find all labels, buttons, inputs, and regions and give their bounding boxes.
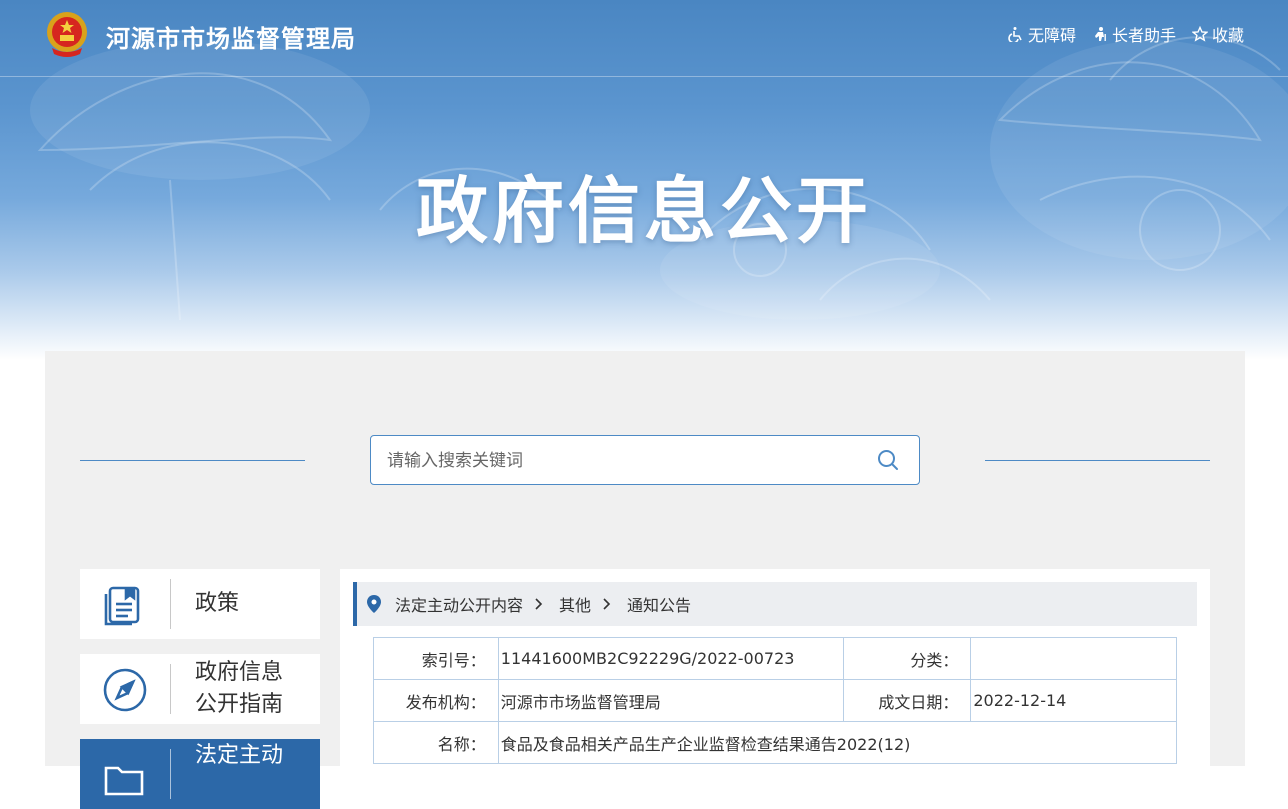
breadcrumb: 法定主动公开内容 其他 通知公告	[353, 582, 1197, 626]
breadcrumb-item-other[interactable]: 其他	[559, 592, 591, 616]
nav-item-disclosure-guide[interactable]: 政府信息 公开指南	[80, 654, 320, 724]
star-icon	[1191, 26, 1208, 42]
chevron-right-icon	[535, 598, 543, 610]
wheelchair-icon	[1008, 27, 1022, 42]
top-bar: 河源市市场监督管理局 无障碍 长者助手 收藏	[0, 0, 1288, 77]
table-row: 名称： 食品及食品相关产品生产企业监督检查结果通告2022(12)	[373, 721, 1178, 764]
site-name[interactable]: 河源市市场监督管理局	[106, 19, 356, 54]
location-pin-icon	[367, 595, 381, 613]
chevron-right-icon	[603, 598, 611, 610]
nav-label-guide-line1: 政府信息	[195, 660, 284, 685]
name-label: 名称：	[373, 721, 499, 764]
name-value: 食品及食品相关产品生产企业监督检查结果通告2022(12)	[497, 721, 1178, 764]
date-label: 成文日期：	[842, 679, 972, 722]
compass-icon	[103, 668, 147, 712]
header-banner: 河源市市场监督管理局 无障碍 长者助手 收藏 政府信息公开	[0, 0, 1288, 360]
document-icon	[104, 586, 140, 626]
content-area: 法定主动公开内容 其他 通知公告 索引号： 11441600MB2C92229G…	[340, 569, 1210, 769]
accessibility-button[interactable]: 无障碍	[1008, 22, 1076, 46]
header-tools: 无障碍 长者助手 收藏	[1008, 22, 1244, 46]
nav-label-guide-line2: 公开指南	[195, 692, 284, 717]
nav-item-statutory-disclosure[interactable]: 法定主动	[80, 739, 320, 809]
category-value	[970, 637, 1177, 680]
accessibility-label: 无障碍	[1027, 26, 1076, 45]
publisher-value: 河源市市场监督管理局	[497, 679, 844, 722]
favorite-label: 收藏	[1211, 26, 1244, 45]
favorite-button[interactable]: 收藏	[1191, 22, 1244, 46]
index-value: 11441600MB2C92229G/2022-00723	[497, 637, 844, 680]
divider-right	[985, 460, 1210, 461]
elder-assistant-label: 长者助手	[1111, 26, 1176, 45]
folder-icon	[104, 766, 144, 796]
elder-assistant-button[interactable]: 长者助手	[1092, 22, 1176, 46]
table-row: 索引号： 11441600MB2C92229G/2022-00723 分类：	[373, 637, 1177, 680]
table-row: 发布机构： 河源市市场监督管理局 成文日期： 2022-12-14	[373, 679, 1177, 722]
breadcrumb-item-statutory[interactable]: 法定主动公开内容	[395, 592, 523, 616]
nav-label-statutory-line1: 法定主动	[195, 743, 284, 768]
elder-icon	[1094, 27, 1106, 41]
nav-separator	[170, 664, 171, 714]
nav-item-policy[interactable]: 政策	[80, 569, 320, 639]
publisher-label: 发布机构：	[373, 679, 499, 722]
nav-separator	[170, 579, 171, 629]
search-box	[370, 435, 920, 486]
search-input[interactable]	[385, 436, 849, 486]
category-label: 分类：	[842, 637, 972, 680]
nav-label-policy: 政策	[195, 591, 240, 616]
date-value: 2022-12-14	[970, 679, 1177, 722]
metadata-table: 索引号： 11441600MB2C92229G/2022-00723 分类： 发…	[373, 637, 1178, 764]
nav-separator	[170, 749, 171, 799]
breadcrumb-items: 法定主动公开内容 其他 通知公告	[395, 582, 691, 626]
hero-title: 政府信息公开	[415, 169, 872, 253]
main-panel: 政策 政府信息 公开指南 法定主动 法定主动公开内容 其他	[45, 351, 1245, 809]
index-label: 索引号：	[373, 637, 499, 680]
search-icon[interactable]	[877, 449, 899, 471]
national-emblem-icon	[47, 12, 87, 57]
breadcrumb-item-notices[interactable]: 通知公告	[627, 592, 691, 616]
divider-left	[80, 460, 305, 461]
